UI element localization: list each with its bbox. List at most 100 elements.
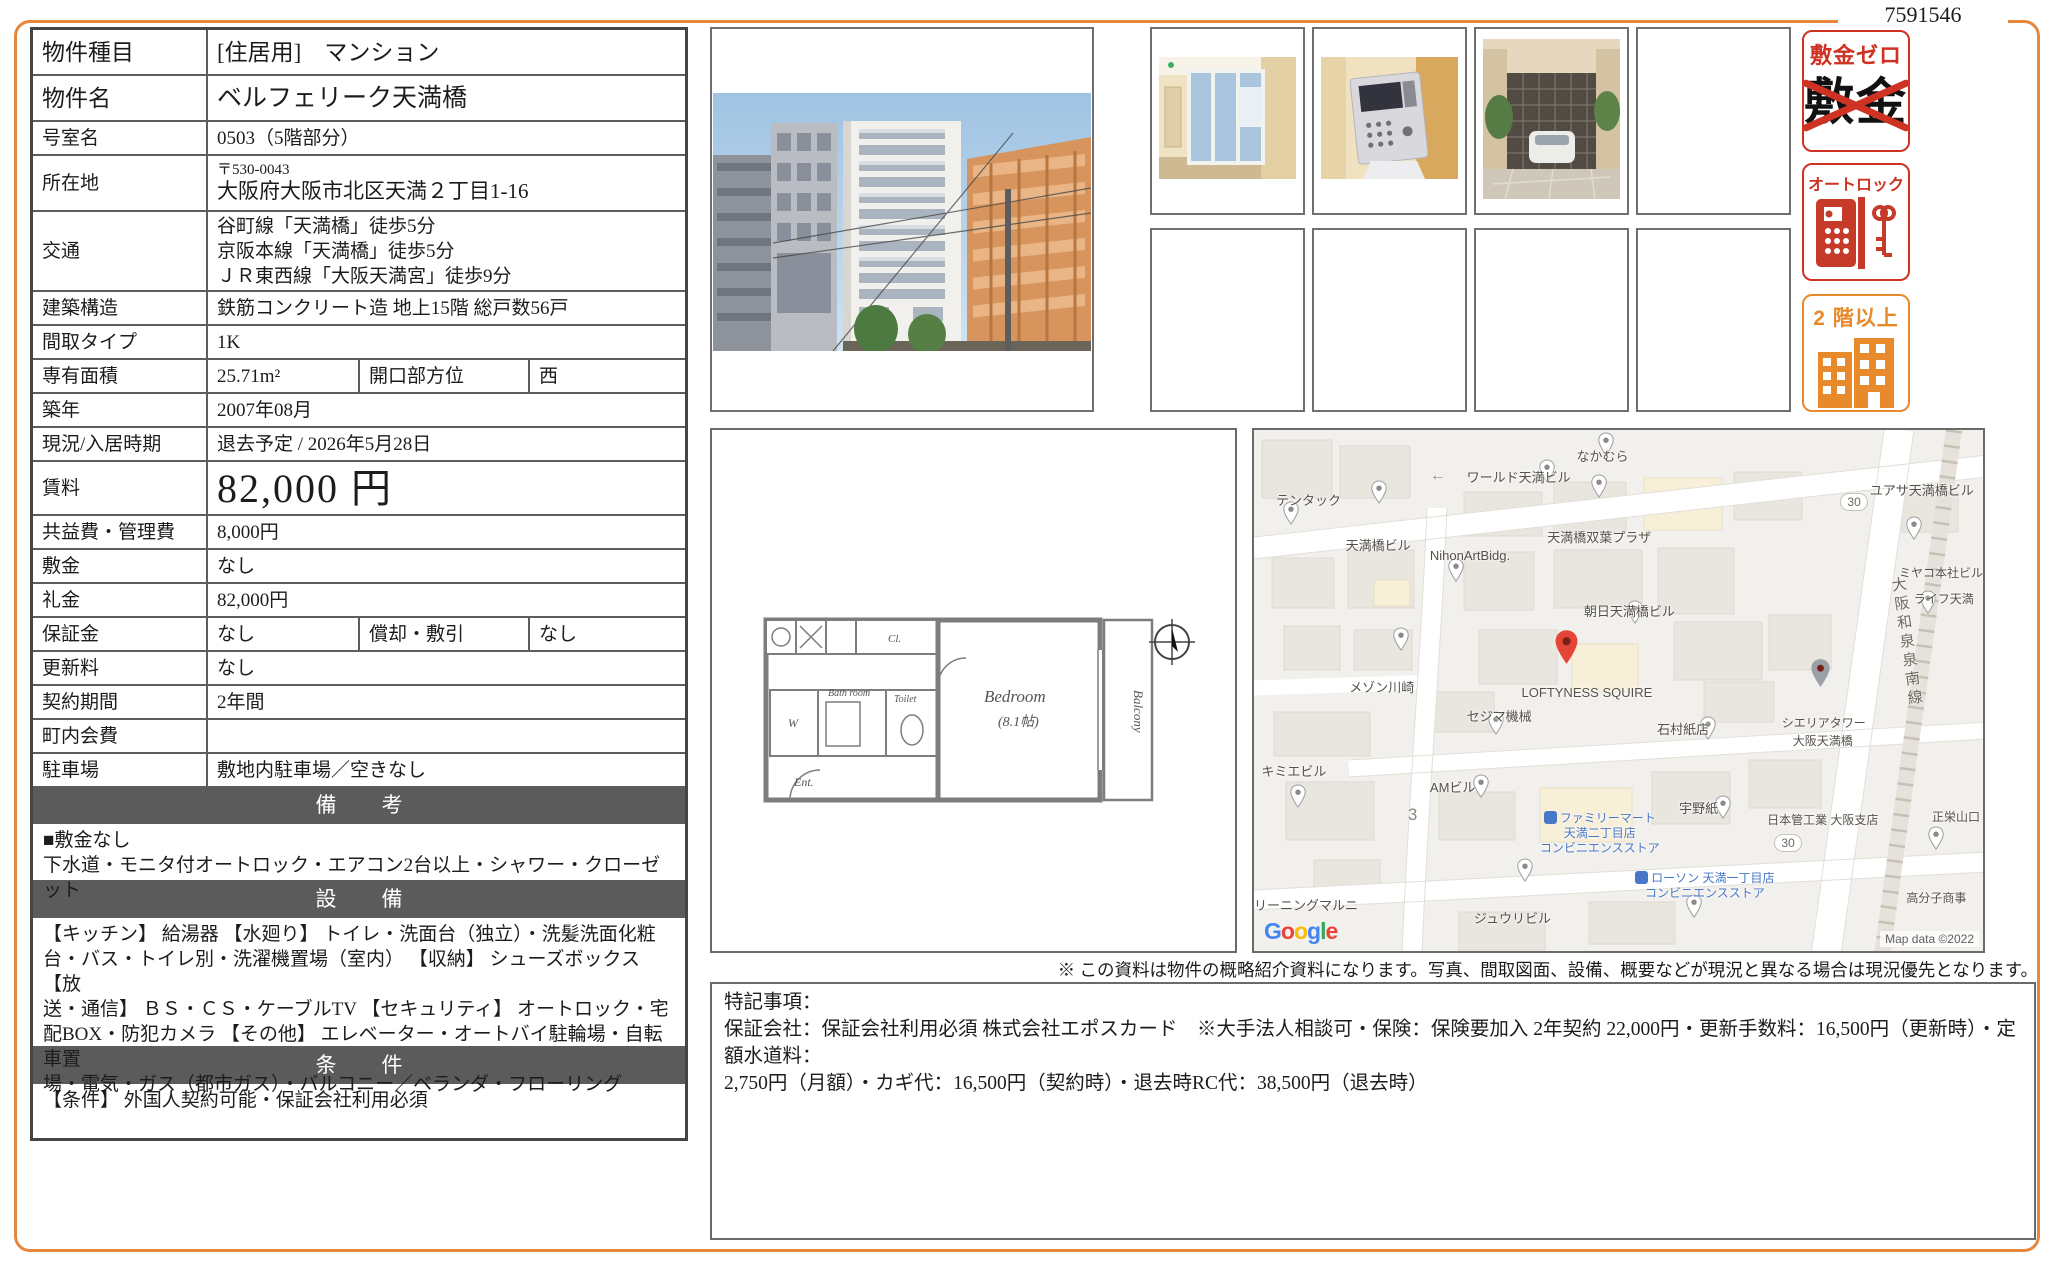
table-row: 敷金なし bbox=[33, 550, 685, 584]
svg-text:Cl.: Cl. bbox=[888, 633, 901, 645]
badge-second-floor-up: 2 階以上 bbox=[1802, 294, 1910, 412]
badge-no-deposit: 敷金ゼロ 敷金 bbox=[1802, 30, 1910, 152]
row-label: 号室名 bbox=[33, 122, 208, 154]
map-label: テンタック bbox=[1276, 490, 1341, 509]
building-photo-box bbox=[710, 27, 1094, 412]
map-label: 大阪天満橋 bbox=[1793, 732, 1853, 749]
table-row: 共益費・管理費8,000円 bbox=[33, 516, 685, 550]
map-pin bbox=[1289, 784, 1306, 808]
row-value: 谷町線「天満橋」徒歩5分京阪本線「天満橋」徒歩5分ＪＲ東西線「大阪天満宮」徒歩9… bbox=[208, 212, 685, 290]
svg-text:Balcony: Balcony bbox=[1131, 690, 1146, 733]
garage-photo bbox=[1483, 39, 1620, 199]
row-label: 町内会費 bbox=[33, 720, 208, 752]
property-table: 物件種目[住居用] マンション物件名ベルフェリーク天満橋号室名0503（5階部分… bbox=[30, 27, 688, 1141]
map-label: シエリアタワー bbox=[1782, 714, 1866, 731]
map-label: 天満橋双葉プラザ bbox=[1547, 527, 1651, 546]
map-pin-red-property bbox=[1553, 629, 1570, 653]
map-label: キミエビル bbox=[1261, 761, 1326, 780]
map-poi-label: ファミリーマート天満二丁目店コンビニエンスストア bbox=[1540, 811, 1660, 856]
photo-placeholder bbox=[1636, 228, 1791, 412]
map-label: セジマ機械 bbox=[1467, 706, 1532, 725]
badge-second-floor-title: 2 階以上 bbox=[1804, 302, 1908, 332]
row-label: 専有面積 bbox=[33, 360, 208, 392]
section-body-remarks: ■敷金なし下水道・モニタ付オートロック・エアコン2台以上・シャワー・クローゼット bbox=[33, 824, 685, 882]
crossed-deposit-icon: 敷金 bbox=[1804, 74, 1908, 130]
svg-text:Bath room: Bath room bbox=[828, 688, 870, 699]
row-label: 間取タイプ bbox=[33, 326, 208, 358]
photo-placeholder bbox=[1312, 228, 1467, 412]
row-label: 物件名 bbox=[33, 76, 208, 120]
map-label: ← bbox=[1430, 467, 1446, 485]
map-label: ミヤコ本社ビル bbox=[1899, 564, 1983, 581]
svg-text:Bedroom: Bedroom bbox=[984, 687, 1046, 706]
map-pin bbox=[1517, 858, 1534, 882]
table-row: 賃料82,000 円 bbox=[33, 462, 685, 516]
row-label: 所在地 bbox=[33, 156, 208, 210]
row-value: なし bbox=[208, 550, 685, 582]
svg-text:W: W bbox=[788, 716, 799, 730]
row-value: 8,000円 bbox=[208, 516, 685, 548]
map-label: ワールド天満ビル bbox=[1467, 467, 1571, 486]
map-pin bbox=[1370, 480, 1387, 504]
special-notes-box: 特記事項：保証会社：保証会社利用必須 株式会社エポスカード ※大手法人相談可・保… bbox=[710, 982, 2036, 1240]
intercom-photo-box bbox=[1312, 27, 1467, 215]
map-label: NihonArtBidg. bbox=[1430, 548, 1510, 563]
row-label: 交通 bbox=[33, 212, 208, 290]
row-sublabel: 開口部方位 bbox=[358, 360, 530, 392]
route-number-badge: 30 bbox=[1774, 834, 1801, 852]
special-note-line: 保証会社：保証会社利用必須 株式会社エポスカード ※大手法人相談可・保険：保険要… bbox=[724, 1016, 2022, 1070]
badge-autolock-title: オートロック bbox=[1804, 171, 1908, 195]
section-header-equipment: 設 備 bbox=[33, 882, 685, 918]
map-label: なかむら bbox=[1577, 446, 1629, 465]
table-row: 保証金なし償却・敷引なし bbox=[33, 618, 685, 652]
map-label: リーニングマルニ bbox=[1254, 895, 1358, 914]
table-row: 所在地〒530-0043大阪府大阪市北区天満２丁目1-16 bbox=[33, 156, 685, 212]
table-row: 現況/入居時期退去予定 / 2026年5月28日 bbox=[33, 428, 685, 462]
row-sublabel: 償却・敷引 bbox=[358, 618, 530, 650]
svg-text:(8.1帖): (8.1帖) bbox=[998, 714, 1039, 730]
photo-placeholder bbox=[1636, 27, 1791, 215]
row-value: 82,000 円 bbox=[208, 462, 685, 514]
map-label: ライフ天満 bbox=[1914, 590, 1974, 607]
map-attribution: Map data ©2022 bbox=[1880, 931, 1979, 947]
badge-autolock: オートロック bbox=[1802, 163, 1910, 281]
row-value: 0503（5階部分） bbox=[208, 122, 685, 154]
map-label: ユアサ天満橋ビル bbox=[1870, 480, 1974, 499]
map-pin bbox=[1590, 474, 1607, 498]
row-label: 駐車場 bbox=[33, 754, 208, 786]
table-row: 建築構造鉄筋コンクリート造 地上15階 総戸数56戸 bbox=[33, 292, 685, 326]
row-label: 契約期間 bbox=[33, 686, 208, 718]
row-subvalue: 西 bbox=[530, 360, 685, 392]
row-value: [住居用] マンション bbox=[208, 30, 685, 74]
floorplan-drawing: Ent. W Bath room Toilet Cl. Bedroom (8.1… bbox=[756, 590, 1196, 830]
row-value: 1K bbox=[208, 326, 685, 358]
autolock-icon bbox=[1814, 197, 1898, 269]
row-label: 更新料 bbox=[33, 652, 208, 684]
table-row: 専有面積25.71m²開口部方位西 bbox=[33, 360, 685, 394]
table-row: 築年2007年08月 bbox=[33, 394, 685, 428]
map-label: LOFTYNESS SQUIRE bbox=[1522, 685, 1653, 700]
table-row: 更新料なし bbox=[33, 652, 685, 686]
row-value: 敷地内駐車場／空きなし bbox=[208, 754, 685, 786]
map-poi-label: ローソン 天満一丁目店コンビニエンスストア bbox=[1635, 871, 1774, 901]
row-value: 2007年08月 bbox=[208, 394, 685, 426]
convenience-store-icon bbox=[1635, 871, 1648, 884]
map-box: なかむら←ワールド天満ビルユアサ天満橋ビルテンタック天満橋ビルNihonArtB… bbox=[1252, 428, 1985, 953]
building-exterior-photo bbox=[713, 93, 1091, 351]
table-row: 契約期間2年間 bbox=[33, 686, 685, 720]
photo-placeholder bbox=[1150, 228, 1305, 412]
row-label: 建築構造 bbox=[33, 292, 208, 324]
svg-text:Ent.: Ent. bbox=[793, 775, 814, 789]
table-row: 駐車場敷地内駐車場／空きなし bbox=[33, 754, 685, 788]
map-pin bbox=[1927, 826, 1944, 850]
compass-icon bbox=[1149, 619, 1195, 665]
map-label: AMビル bbox=[1430, 777, 1476, 796]
map-label: 朝日天満橋ビル bbox=[1584, 601, 1675, 620]
row-label: 賃料 bbox=[33, 462, 208, 514]
map-label: 石村紙店 bbox=[1657, 719, 1709, 738]
row-label: 保証金 bbox=[33, 618, 208, 650]
row-subvalue: なし bbox=[530, 618, 685, 650]
table-row: 礼金82,000円 bbox=[33, 584, 685, 618]
row-label: 敷金 bbox=[33, 550, 208, 582]
special-note-line: 特記事項： bbox=[724, 989, 2022, 1016]
